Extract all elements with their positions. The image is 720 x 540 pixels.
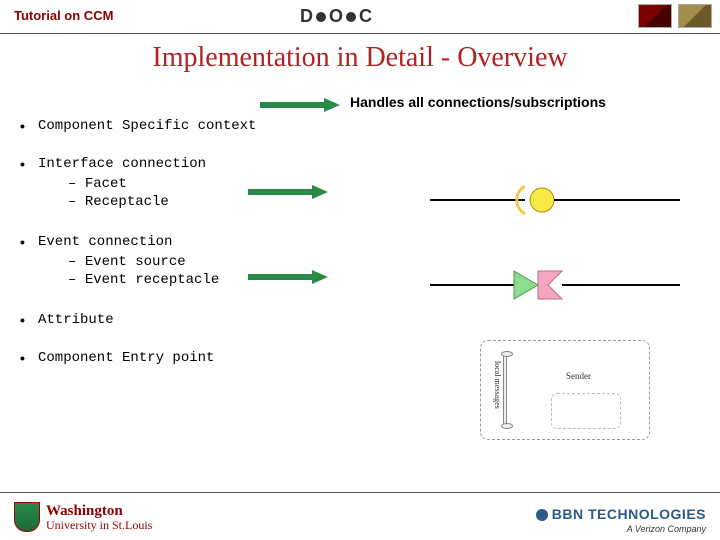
sender-label: Sender (566, 371, 591, 381)
bullet-label: Interface connection (38, 156, 206, 172)
bullet-attribute: • Attribute (20, 312, 360, 328)
bullet-label: Component Entry point (38, 350, 360, 366)
partner-logos (638, 4, 712, 28)
bullet-context: • Component Specific context (20, 118, 360, 134)
pipe-icon (503, 353, 507, 427)
interface-connection-icon (430, 180, 680, 220)
bullet-icon (536, 509, 548, 521)
sub-label: Facet (85, 176, 127, 192)
slide-title: Implementation in Detail - Overview (0, 42, 720, 74)
shield-icon (14, 502, 40, 532)
slide-header: Tutorial on CCM D O C (0, 0, 720, 34)
sender-diagram: local messages Sender (480, 340, 650, 440)
doc-group-logo: D O C (300, 6, 372, 27)
bullet-list: • Component Specific context • Interface… (20, 118, 360, 388)
bbn-name: BBN TECHNOLOGIES (552, 506, 706, 522)
sub-label: Receptacle (85, 194, 169, 210)
bbn-sub: A Verizon Company (536, 524, 706, 534)
wustl-logo: Washington University in St.Louis (14, 502, 152, 532)
vt-logo-icon (638, 4, 672, 28)
event-connection-icon (430, 265, 680, 305)
sub-label: Event receptacle (85, 272, 219, 288)
sender-inner-box (551, 393, 621, 429)
bullet-label: Event connection (38, 234, 172, 250)
annotation-text: Handles all connections/subscriptions (350, 94, 606, 110)
isis-logo-icon (678, 4, 712, 28)
bullet-label: Attribute (38, 312, 360, 328)
arrow-icon (248, 270, 328, 282)
wustl-sub: University in St.Louis (46, 519, 152, 531)
sub-label: Event source (85, 254, 186, 270)
wustl-name: Washington (46, 504, 152, 519)
local-messages-label: local messages (493, 361, 502, 409)
arrow-icon (248, 185, 328, 197)
arrow-icon (260, 98, 340, 110)
bullet-interface: • Interface connection – Facet – Recepta… (20, 156, 360, 212)
breadcrumb: Tutorial on CCM (14, 8, 113, 23)
slide-footer: Washington University in St.Louis BBN TE… (0, 492, 720, 540)
bullet-label: Component Specific context (38, 118, 360, 134)
bullet-entry: • Component Entry point (20, 350, 360, 366)
bbn-logo: BBN TECHNOLOGIES A Verizon Company (536, 506, 706, 534)
